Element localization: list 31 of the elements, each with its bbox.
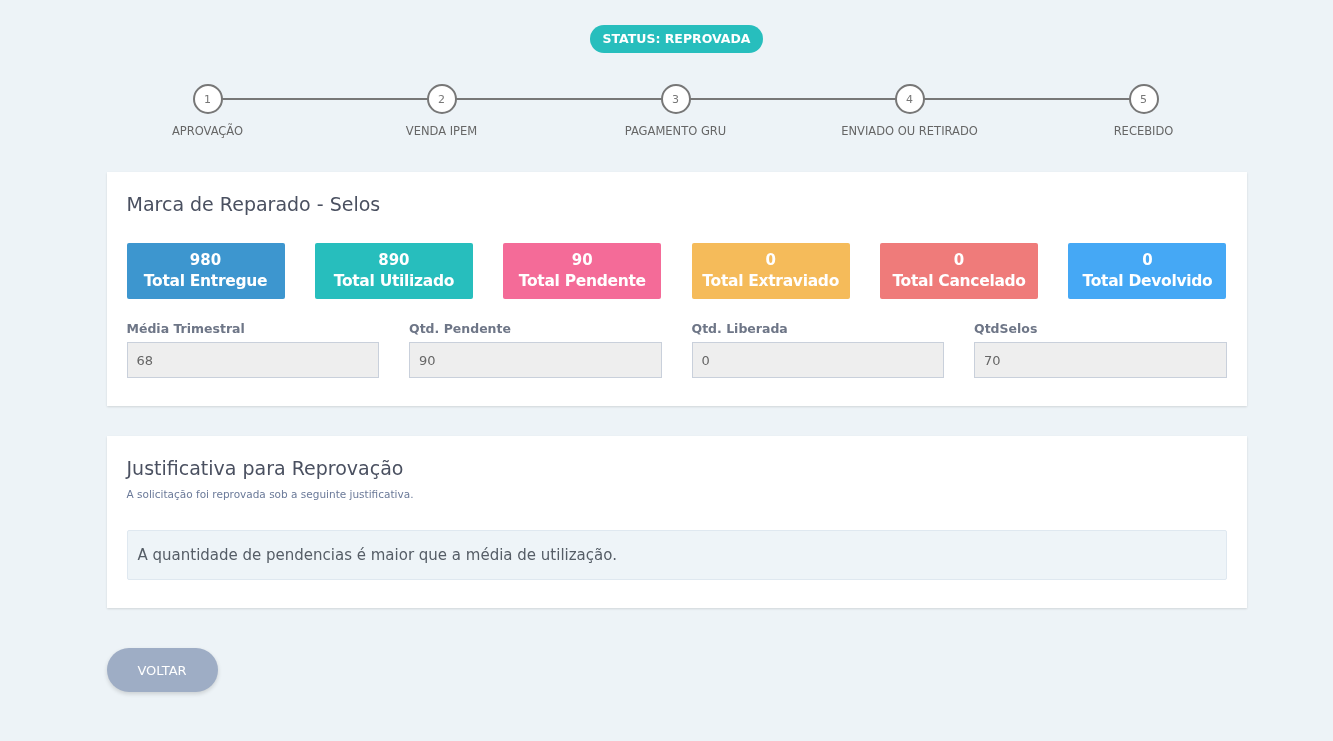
stat-label: Total Pendente [518, 271, 646, 292]
step-number: 1 [192, 84, 223, 114]
stat-label: Total Extraviado [702, 271, 839, 292]
step-number: 2 [426, 84, 457, 114]
step-label: ENVIADO OU RETIRADO [841, 124, 978, 138]
card-subtitle: A solicitação foi reprovada sob a seguinte justificativa. [126, 488, 415, 500]
status-badge: STATUS: REPROVADA [590, 25, 763, 53]
field-label: QtdSelos [974, 321, 1039, 336]
card-title: Justificativa para Reprovação [126, 456, 405, 480]
stat-value: 890 [378, 250, 410, 270]
step-label: VENDA IPEM [405, 124, 478, 138]
stat-value: 0 [1142, 250, 1153, 270]
stat-label: Total Devolvido [1082, 271, 1213, 292]
field-label: Qtd. Pendente [409, 321, 512, 336]
step-number: 5 [1128, 84, 1159, 114]
step-label: PAGAMENTO GRU [624, 124, 727, 138]
card-title: Marca de Reparado - Selos [126, 192, 382, 216]
stat-label: Total Cancelado [892, 271, 1026, 292]
field-label: Qtd. Liberada [691, 321, 789, 336]
stat-label: Total Utilizado [333, 271, 455, 292]
step-number: 4 [894, 84, 925, 114]
stat-value: 90 [571, 250, 593, 270]
step-label: APROVAÇÃO [171, 124, 244, 138]
stat-value: 980 [189, 250, 222, 270]
step-label: RECEBIDO [1113, 124, 1174, 138]
step-number: 3 [660, 84, 691, 114]
justification-message: A quantidade de pendencias é maior que a média de utilização. [126, 530, 1227, 580]
stat-value: 0 [765, 250, 776, 270]
stat-value: 0 [953, 250, 965, 270]
field-label: Média Trimestral [126, 321, 246, 336]
stat-label: Total Entregue [143, 271, 268, 292]
